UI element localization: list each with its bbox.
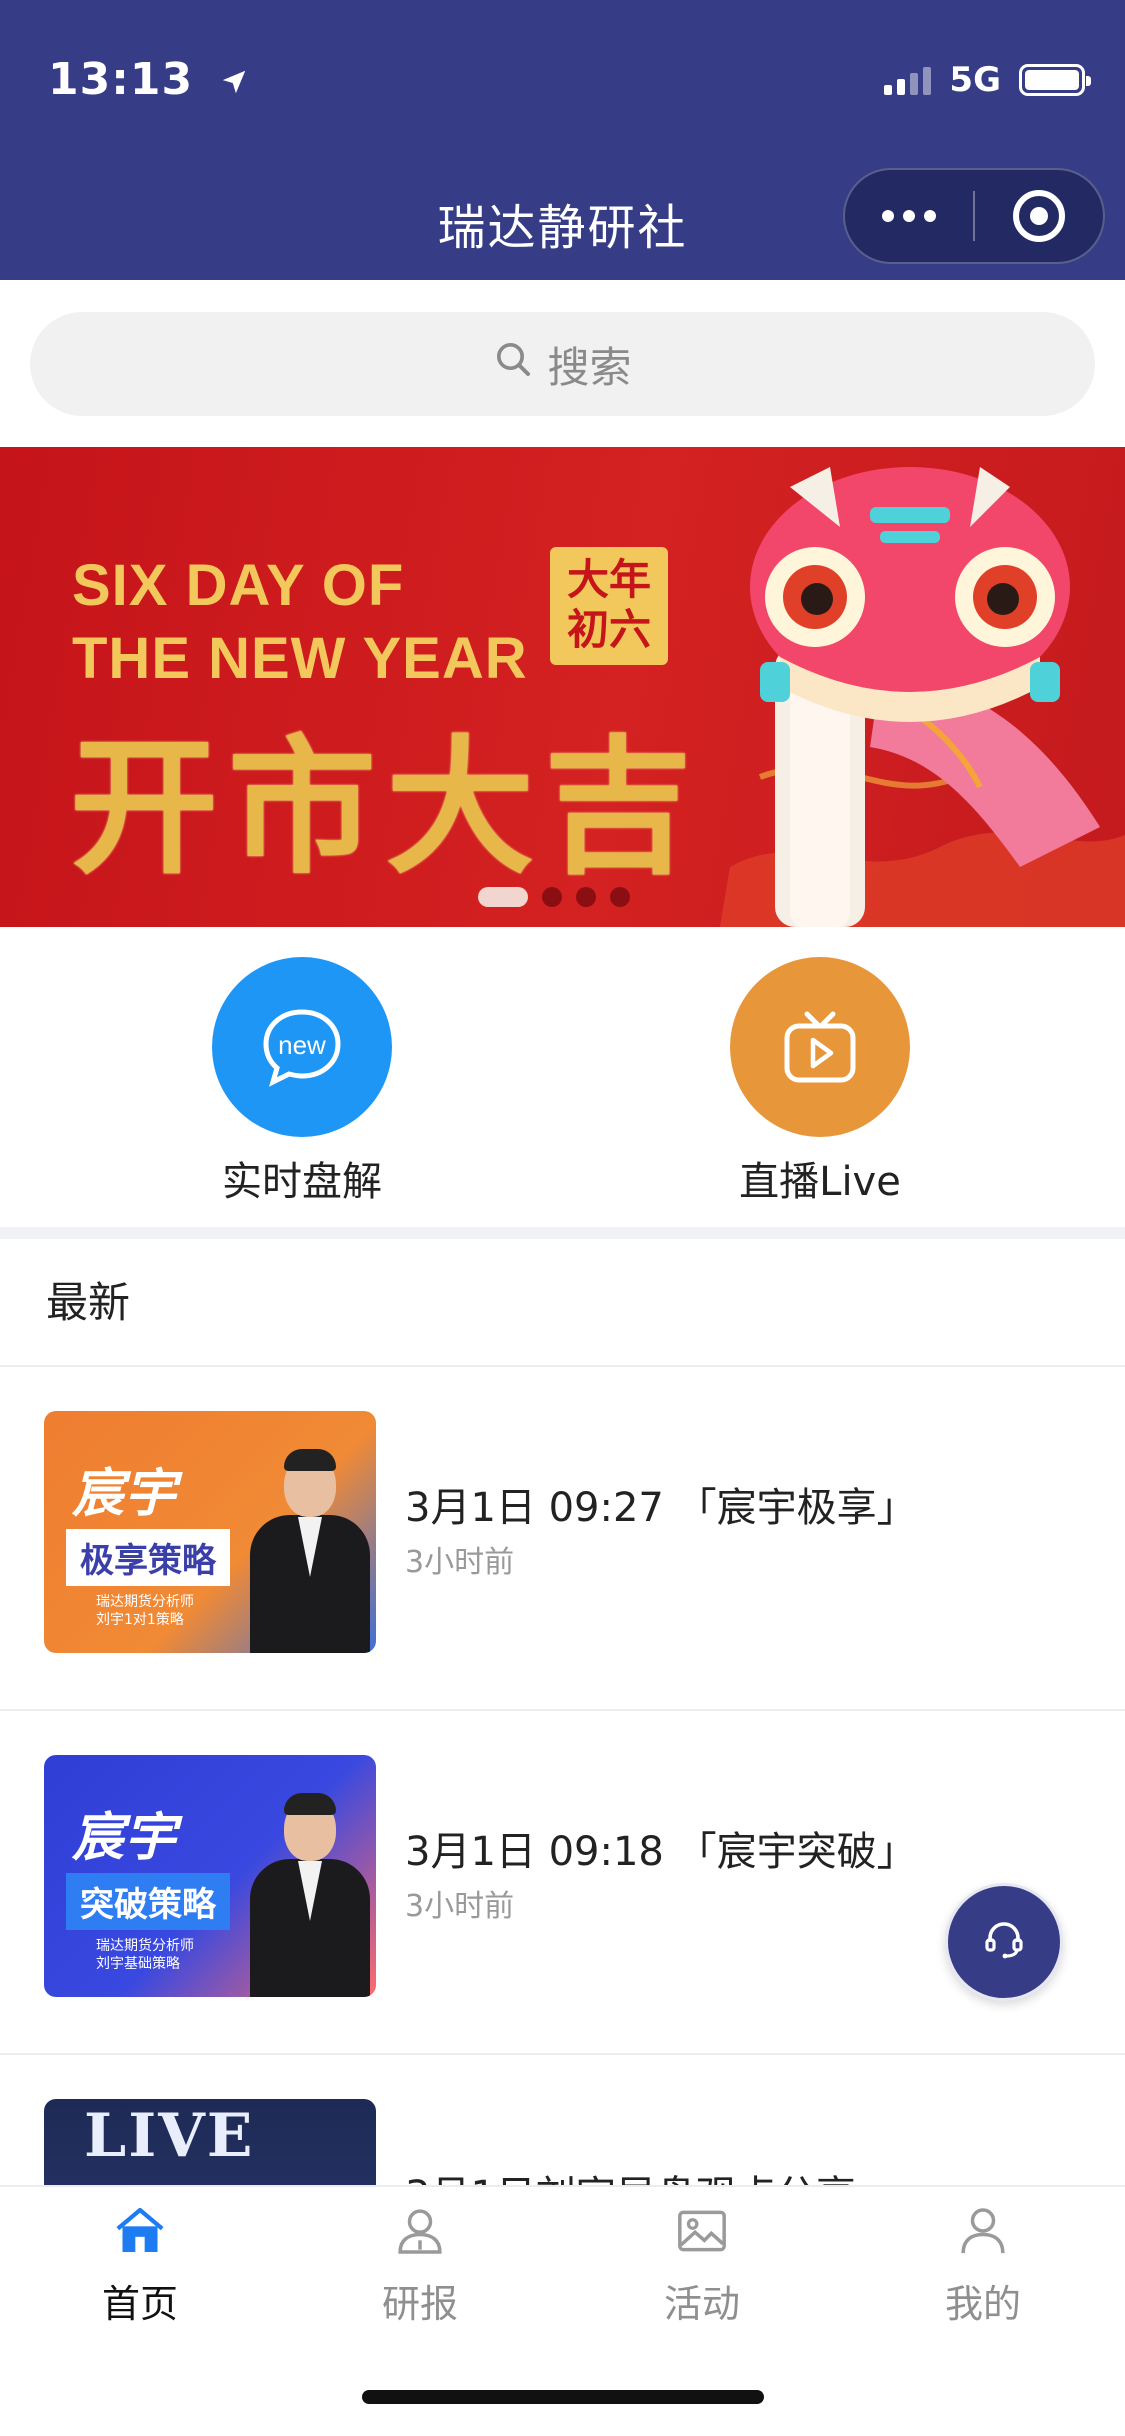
thumb-tag: 极享策略 (66, 1529, 230, 1586)
latest-section-title: 最新 (0, 1239, 1125, 1367)
status-time-text: 13:13 (48, 54, 194, 105)
close-miniprogram-button[interactable] (975, 170, 1103, 262)
banner-line1: SIX DAY OF (72, 553, 405, 618)
tab-profile[interactable]: 我的 (883, 2201, 1083, 2328)
search-input[interactable]: 搜索 (30, 312, 1095, 416)
news-title: 3月1日 09:27 「宸宇极享」 (405, 1485, 917, 1531)
thumb-subtitle: 瑞达期货分析师 刘宇基础策略 (96, 1937, 194, 1973)
target-icon (1012, 190, 1065, 242)
tab-activities-label: 活动 (663, 2282, 740, 2326)
live-label: 直播Live (739, 1159, 901, 1205)
app-header: 13:13 5G 瑞达静研社 (0, 0, 1125, 280)
thumb-brand: 宸宇 (72, 1464, 177, 1524)
tab-activities[interactable]: 活动 (602, 2201, 802, 2328)
more-options-button[interactable] (845, 170, 973, 262)
analyst-photo (250, 1793, 370, 1997)
thumb-subtitle-line1: 瑞达期货分析师 (96, 1938, 194, 1954)
thumb-subtitle-line2: 刘宇1对1策略 (96, 1612, 184, 1628)
analyst-photo (250, 1449, 370, 1653)
thumb-subtitle-line2: 刘宇基础策略 (96, 1956, 180, 1972)
tab-reports[interactable]: 研报 (320, 2201, 520, 2328)
customer-service-button[interactable] (945, 1883, 1063, 2001)
section-divider (0, 1227, 1125, 1239)
banner-dot-active[interactable] (478, 887, 528, 907)
report-icon (390, 2201, 450, 2261)
search-placeholder: 搜索 (547, 342, 632, 392)
quick-entries: new 实时盘解 直播Live (0, 927, 1125, 1227)
lion-dance-illustration (720, 467, 1125, 927)
banner-pagination (478, 887, 630, 907)
realtime-analysis-entry[interactable]: new 实时盘解 (172, 957, 432, 1207)
tab-profile-label: 我的 (944, 2282, 1021, 2326)
thumb-tag: 突破策略 (66, 1873, 230, 1930)
banner-headline: 开市大吉 (70, 722, 702, 894)
banner-dot[interactable] (542, 887, 562, 907)
headset-icon (980, 1916, 1028, 1968)
home-icon (110, 2201, 170, 2261)
live-entry[interactable]: 直播Live (690, 957, 950, 1207)
realtime-analysis-label: 实时盘解 (222, 1159, 382, 1205)
news-title: 3月1日 09:18 「宸宇突破」 (405, 1829, 917, 1875)
network-label: 5G (949, 60, 1001, 100)
thumb-brand: 宸宇 (72, 1808, 177, 1868)
search-icon (493, 339, 533, 389)
news-thumbnail: 宸宇 突破策略 瑞达期货分析师 刘宇基础策略 (44, 1755, 376, 1997)
promo-banner[interactable]: SIX DAY OF THE NEW YEAR 开市大吉 大年 初六 (0, 447, 1125, 927)
search-section: 搜索 (0, 282, 1125, 447)
banner-line2: THE NEW YEAR (72, 626, 528, 691)
banner-stamp-line1: 大年 (566, 555, 651, 604)
new-chat-icon: new (212, 957, 392, 1137)
signal-icon (884, 65, 932, 95)
list-item[interactable]: 宸宇 突破策略 瑞达期货分析师 刘宇基础策略 3月1日 09:18 「宸宇突破」… (0, 1711, 1125, 2055)
list-item[interactable]: 宸宇 极享策略 瑞达期货分析师 刘宇1对1策略 3月1日 09:27 「宸宇极享… (0, 1367, 1125, 1711)
status-time: 13:13 (48, 54, 249, 108)
banner-stamp-line2: 初六 (566, 605, 651, 654)
banner-dot[interactable] (576, 887, 596, 907)
tab-home[interactable]: 首页 (40, 2201, 240, 2328)
status-indicators: 5G (884, 60, 1091, 100)
tab-reports-label: 研报 (381, 2282, 458, 2326)
banner-stamp: 大年 初六 (550, 547, 668, 665)
battery-icon (1019, 64, 1091, 96)
tv-play-icon (730, 957, 910, 1137)
news-thumbnail: 宸宇 极享策略 瑞达期货分析师 刘宇1对1策略 (44, 1411, 376, 1653)
thumb-live-text: LIVE (84, 2101, 255, 2171)
thumb-subtitle: 瑞达期货分析师 刘宇1对1策略 (96, 1593, 194, 1629)
miniprogram-capsule (843, 168, 1105, 264)
news-time: 3小时前 (405, 1545, 515, 1580)
thumb-subtitle-line1: 瑞达期货分析师 (96, 1594, 194, 1610)
location-arrow-icon (219, 57, 249, 108)
home-indicator (362, 2390, 764, 2404)
tab-home-label: 首页 (101, 2282, 178, 2326)
user-icon (953, 2201, 1013, 2261)
image-icon (672, 2201, 732, 2261)
news-time: 3小时前 (405, 1889, 515, 1924)
banner-dot[interactable] (610, 887, 630, 907)
new-badge-text: new (278, 1030, 326, 1060)
